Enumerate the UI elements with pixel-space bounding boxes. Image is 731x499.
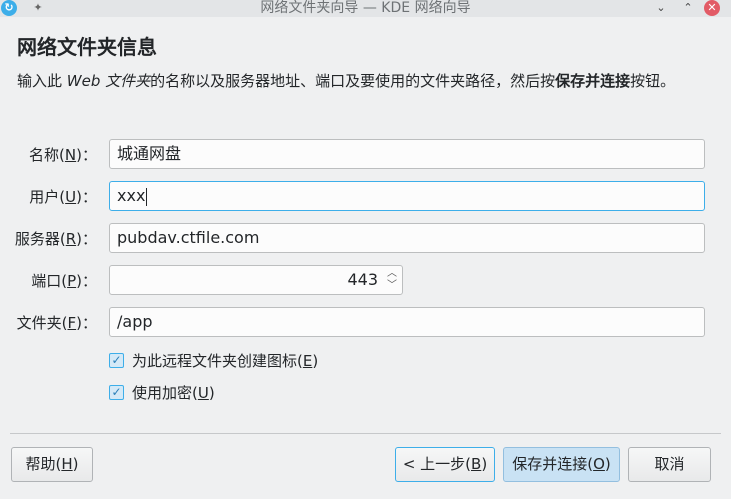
separator — [10, 433, 721, 434]
encryption-option[interactable]: ✓ 使用加密(U) — [109, 381, 215, 403]
back-button[interactable]: < 上一步(B) — [395, 447, 495, 482]
folder-label: 文件夹(F)： — [16, 314, 97, 332]
page-description: 输入此 Web 文件夹的名称以及服务器地址、端口及要使用的文件夹路径，然后按保存… — [17, 72, 676, 90]
user-input[interactable]: xxx — [109, 181, 705, 211]
folder-input[interactable]: /app — [109, 307, 705, 337]
user-label: 用户(U)： — [29, 188, 97, 206]
minimize-icon[interactable]: ⌄ — [653, 0, 669, 16]
save-connect-button[interactable]: 保存并连接(O) — [503, 447, 620, 482]
create-icon-label: 为此远程文件夹创建图标(E) — [132, 351, 319, 370]
port-value[interactable]: 443 — [347, 266, 378, 294]
cancel-button[interactable]: 取消 — [628, 447, 711, 482]
server-label: 服务器(R)： — [14, 230, 97, 248]
maximize-icon[interactable]: ⌃ — [680, 0, 696, 16]
name-label: 名称(N)： — [29, 146, 97, 164]
chevron-down-icon[interactable]: ﹀ — [386, 280, 398, 292]
text-caret — [146, 187, 148, 206]
encryption-checkbox[interactable]: ✓ — [109, 384, 124, 400]
create-icon-checkbox[interactable]: ✓ — [109, 352, 124, 368]
page-title: 网络文件夹信息 — [17, 35, 157, 59]
create-icon-option[interactable]: ✓ 为此远程文件夹创建图标(E) — [109, 349, 318, 371]
name-input[interactable]: 城通网盘 — [109, 139, 705, 169]
help-button[interactable]: 帮助(H) — [11, 447, 93, 482]
port-spinbox[interactable]: 443 ︿ ﹀ — [109, 265, 403, 295]
window-title: 网络文件夹向导 — KDE 网络向导 — [260, 0, 471, 16]
chevron-up-icon[interactable]: ︿ — [386, 268, 398, 280]
title-bar[interactable]: ↻ ✦ 网络文件夹向导 — KDE 网络向导 ⌄ ⌃ ✕ — [0, 0, 731, 17]
close-icon[interactable]: ✕ — [704, 0, 720, 16]
port-label: 端口(P)： — [31, 272, 97, 290]
spin-arrows[interactable]: ︿ ﹀ — [386, 268, 398, 292]
encryption-label: 使用加密(U) — [132, 383, 215, 402]
server-input[interactable]: pubdav.ctfile.com — [109, 223, 705, 253]
